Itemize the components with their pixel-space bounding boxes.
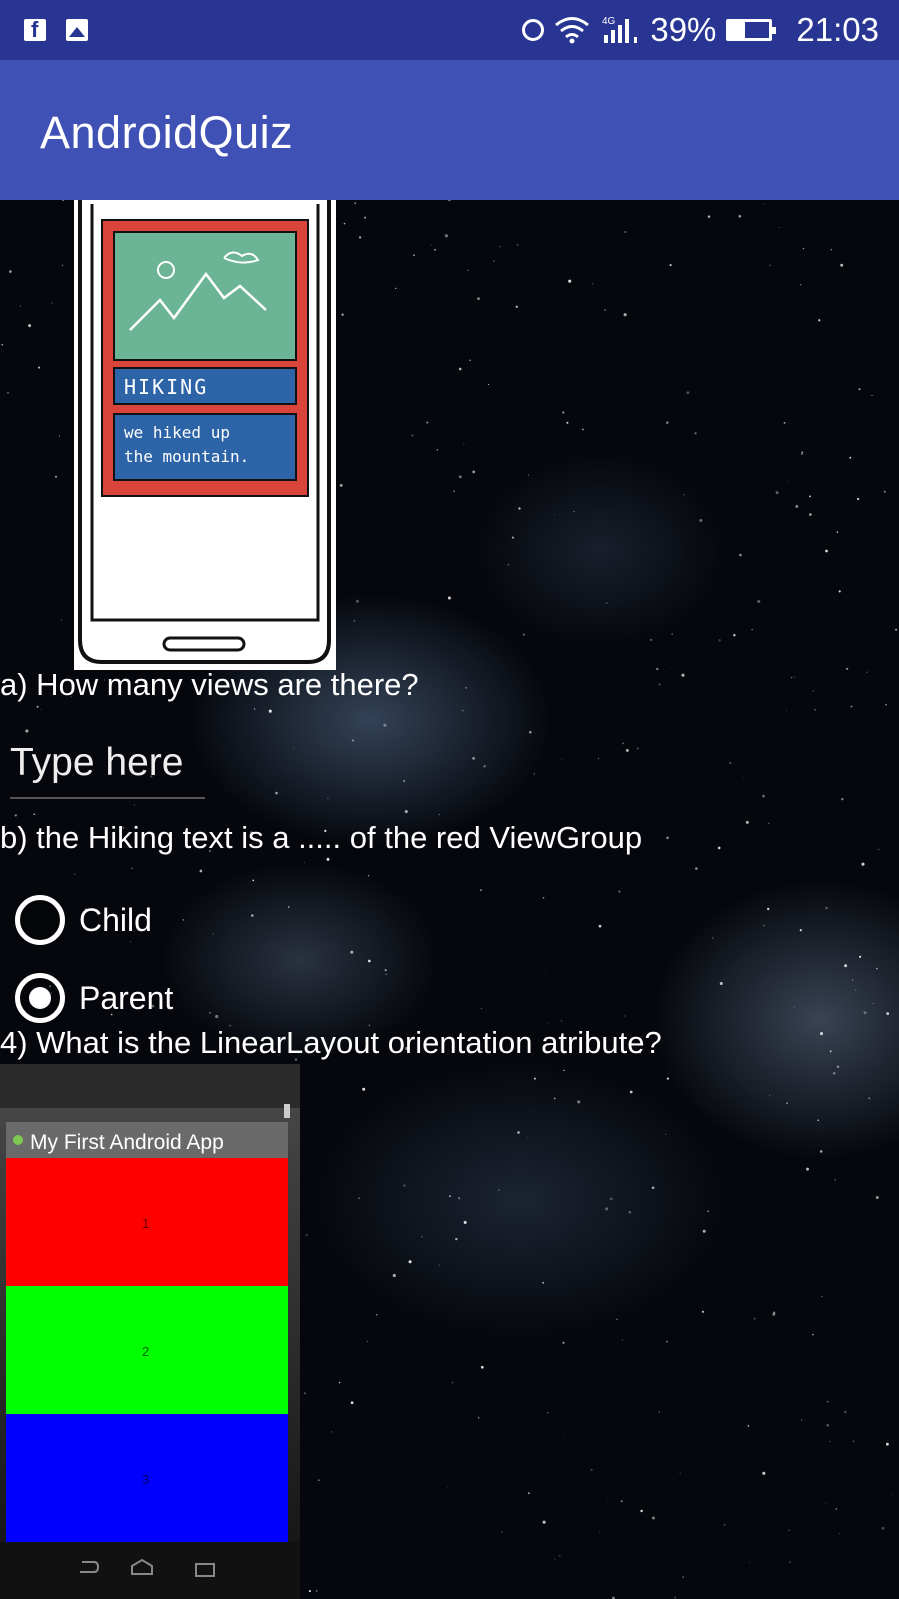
radio-label[interactable]: Parent xyxy=(79,980,173,1017)
block-label-1: 1 xyxy=(142,1216,149,1231)
radio-option-child[interactable]: Child xyxy=(15,895,152,945)
radio-button[interactable] xyxy=(15,973,65,1023)
phone-sketch-image: HIKING we hiked up the mountain. xyxy=(74,200,336,670)
gallery-icon xyxy=(66,19,88,41)
hiking-heading-text: HIKING xyxy=(124,375,208,399)
system-icons: 4G 39% 21:03 xyxy=(522,11,879,49)
linearlayout-screenshot-image: My First Android App 1 2 3 xyxy=(0,1064,300,1599)
battery-percent: 39% xyxy=(650,11,717,48)
hiking-body-line2: the mountain. xyxy=(124,447,249,466)
signal-icon: 4G xyxy=(602,16,638,43)
notification-icons xyxy=(24,17,88,43)
clock-time: 21:03 xyxy=(796,11,879,48)
alarm-icon xyxy=(522,19,545,41)
battery-icon xyxy=(726,19,777,41)
answer-input[interactable]: Type here xyxy=(10,735,205,799)
radio-option-parent[interactable]: Parent xyxy=(15,973,173,1023)
question-4-text: 4) What is the LinearLayout orientation … xyxy=(0,1025,662,1060)
block-label-2: 2 xyxy=(142,1344,149,1359)
status-bar: 4G 39% 21:03 xyxy=(0,0,899,60)
radio-button[interactable] xyxy=(15,895,65,945)
block-label-3: 3 xyxy=(142,1472,149,1487)
battery-level xyxy=(729,22,745,38)
radio-label[interactable]: Child xyxy=(79,902,152,939)
app-title: AndroidQuiz xyxy=(40,107,294,158)
wifi-icon xyxy=(555,17,590,44)
network-type-label: 4G xyxy=(602,16,616,27)
app-bar: AndroidQuiz xyxy=(0,60,899,200)
question-b-text: b) the Hiking text is a ..... of the red… xyxy=(0,820,643,855)
facebook-icon xyxy=(24,17,46,43)
hiking-body-line1: we hiked up xyxy=(124,423,230,442)
quiz-content[interactable]: HIKING we hiked up the mountain. a) How … xyxy=(0,200,899,1599)
screenshot-app-title: My First Android App xyxy=(30,1131,224,1154)
question-a-text: a) How many views are there? xyxy=(0,667,419,702)
